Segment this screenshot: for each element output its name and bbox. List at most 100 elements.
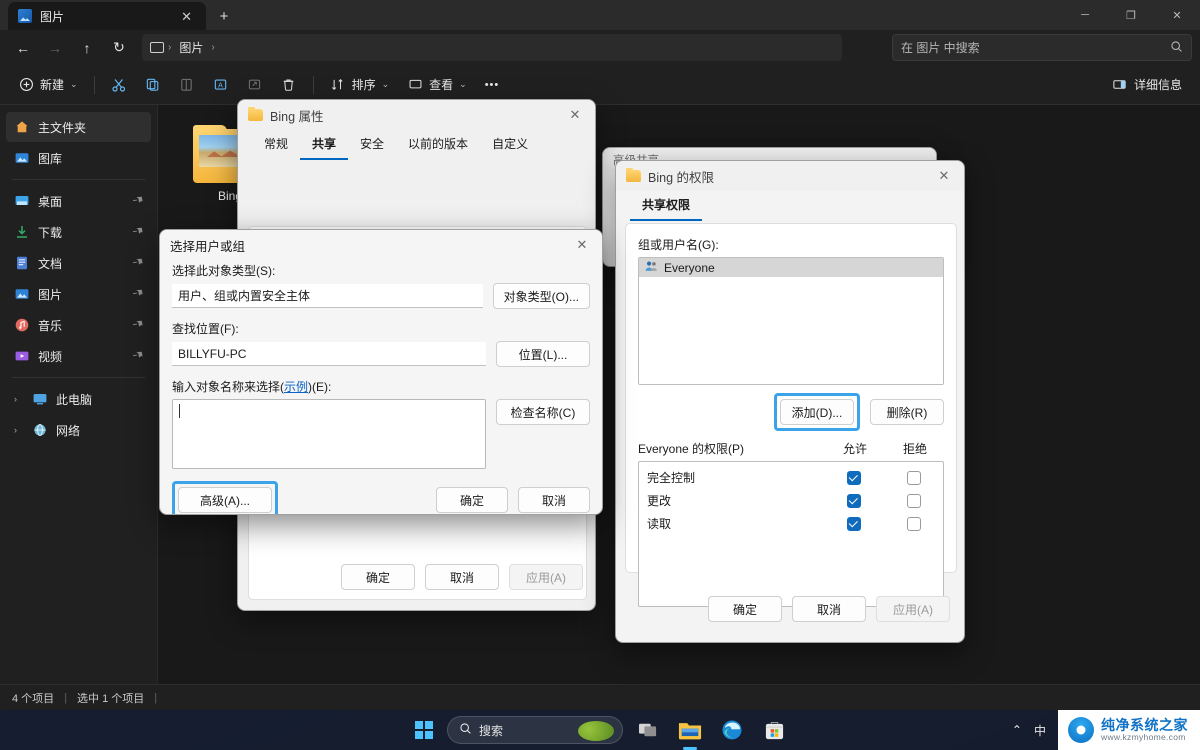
close-properties-icon[interactable]: ✕ bbox=[559, 102, 591, 128]
remove-button[interactable]: 删除(R) bbox=[870, 399, 944, 425]
object-type-field[interactable]: 用户、组或内置安全主体 bbox=[172, 284, 483, 308]
tab-customize[interactable]: 自定义 bbox=[480, 130, 540, 160]
location-field[interactable]: BILLYFU-PC bbox=[172, 342, 486, 366]
status-item-count: 4 个项目 bbox=[12, 692, 55, 705]
close-window-button[interactable]: ✕ bbox=[1154, 0, 1200, 30]
tab-general[interactable]: 常规 bbox=[252, 130, 300, 160]
select-users-ok-button[interactable]: 确定 bbox=[436, 487, 508, 513]
check-names-button[interactable]: 检查名称(C) bbox=[496, 399, 590, 425]
properties-apply-button[interactable]: 应用(A) bbox=[509, 564, 583, 590]
select-users-title: 选择用户或组 bbox=[170, 239, 246, 254]
back-button[interactable]: ← bbox=[8, 34, 38, 61]
copy-button[interactable] bbox=[137, 70, 169, 100]
close-permissions-icon[interactable]: ✕ bbox=[928, 163, 960, 189]
sidebar-item-music[interactable]: 音乐 bbox=[6, 310, 151, 340]
list-item[interactable]: Everyone bbox=[639, 258, 943, 277]
location-button[interactable]: 位置(L)... bbox=[496, 341, 590, 367]
sidebar-item-videos[interactable]: 视频 bbox=[6, 341, 151, 371]
details-pane-button[interactable]: 详细信息 bbox=[1104, 70, 1190, 100]
tab-security[interactable]: 安全 bbox=[348, 130, 396, 160]
pin-icon[interactable] bbox=[129, 316, 146, 334]
microsoft-store-taskbar-button[interactable] bbox=[757, 713, 791, 747]
taskbar: 搜索 ⌃ 中 纯净系统之家 www.kzmyhome.com bbox=[0, 710, 1200, 750]
sidebar-item-gallery[interactable]: 图库 bbox=[6, 143, 151, 173]
folder-icon bbox=[248, 106, 263, 121]
object-names-input[interactable] bbox=[172, 399, 486, 469]
tab-pictures[interactable]: 图片 ✕ bbox=[8, 2, 206, 30]
permissions-cancel-button[interactable]: 取消 bbox=[792, 596, 866, 622]
paste-button[interactable] bbox=[171, 70, 203, 100]
select-users-cancel-button[interactable]: 取消 bbox=[518, 487, 590, 513]
sidebar-item-desktop[interactable]: 桌面 bbox=[6, 186, 151, 216]
delete-button[interactable] bbox=[273, 70, 305, 100]
ime-indicator[interactable]: 中 bbox=[1034, 722, 1046, 739]
new-button[interactable]: 新建 ⌄ bbox=[10, 70, 86, 100]
tab-share-permissions[interactable]: 共享权限 bbox=[630, 191, 703, 221]
location-value: BILLYFU-PC bbox=[178, 346, 247, 361]
microsoft-edge-taskbar-button[interactable] bbox=[715, 713, 749, 747]
allow-checkbox[interactable] bbox=[847, 516, 861, 531]
sidebar-item-pictures[interactable]: 图片 bbox=[6, 279, 151, 309]
deny-checkbox[interactable] bbox=[907, 516, 921, 531]
table-row[interactable]: 完全控制 bbox=[639, 466, 943, 489]
more-options-button[interactable]: ••• bbox=[477, 70, 508, 100]
search-input[interactable]: 在 图片 中搜索 bbox=[892, 34, 1192, 61]
pin-icon[interactable] bbox=[129, 347, 146, 365]
tray-overflow-chevron-icon[interactable]: ⌃ bbox=[1012, 723, 1022, 737]
breadcrumb-pictures[interactable]: 图片 bbox=[175, 37, 207, 58]
minimize-button[interactable]: ─ bbox=[1062, 0, 1108, 30]
allow-checkbox[interactable] bbox=[847, 493, 861, 508]
permissions-table[interactable]: 完全控制 更改 读取 bbox=[638, 461, 944, 607]
share-button[interactable] bbox=[239, 70, 271, 100]
deny-checkbox[interactable] bbox=[907, 470, 921, 485]
up-button[interactable]: ↑ bbox=[72, 34, 102, 61]
view-button[interactable]: 查看 ⌄ bbox=[399, 70, 475, 100]
sidebar-item-this-pc[interactable]: › 此电脑 bbox=[6, 384, 151, 414]
start-button[interactable] bbox=[409, 715, 439, 745]
sidebar-item-documents[interactable]: 文档 bbox=[6, 248, 151, 278]
sidebar-item-home[interactable]: 主文件夹 bbox=[6, 112, 151, 142]
group-names-listbox[interactable]: Everyone bbox=[638, 257, 944, 385]
close-tab-icon[interactable]: ✕ bbox=[177, 8, 196, 25]
object-type-button[interactable]: 对象类型(O)... bbox=[492, 283, 590, 309]
new-tab-button[interactable]: + bbox=[210, 2, 238, 30]
pin-icon[interactable] bbox=[129, 223, 146, 241]
chevron-right-icon[interactable]: › bbox=[14, 394, 24, 404]
table-row[interactable]: 更改 bbox=[639, 489, 943, 512]
trash-icon bbox=[281, 77, 297, 93]
pin-icon[interactable] bbox=[129, 192, 146, 210]
sidebar-item-network[interactable]: › 网络 bbox=[6, 415, 151, 445]
allow-checkbox[interactable] bbox=[847, 470, 861, 485]
permissions-apply-button[interactable]: 应用(A) bbox=[876, 596, 950, 622]
rename-button[interactable]: A bbox=[205, 70, 237, 100]
tab-previous-versions[interactable]: 以前的版本 bbox=[396, 130, 480, 160]
maximize-button[interactable]: ❐ bbox=[1108, 0, 1154, 30]
pin-icon[interactable] bbox=[129, 285, 146, 303]
deny-checkbox[interactable] bbox=[907, 493, 921, 508]
properties-ok-button[interactable]: 确定 bbox=[341, 564, 415, 590]
advanced-button[interactable]: 高级(A)... bbox=[178, 487, 272, 513]
cut-button[interactable] bbox=[103, 70, 135, 100]
sort-button-label: 排序 bbox=[351, 78, 376, 92]
chevron-right-icon[interactable]: › bbox=[14, 425, 24, 435]
task-view-button[interactable] bbox=[631, 713, 665, 747]
add-button[interactable]: 添加(D)... bbox=[780, 399, 854, 425]
sidebar-item-downloads[interactable]: 下载 bbox=[6, 217, 151, 247]
examples-link[interactable]: 示例 bbox=[284, 380, 308, 394]
forward-button[interactable]: → bbox=[40, 34, 70, 61]
close-select-users-icon[interactable]: ✕ bbox=[566, 232, 598, 258]
breadcrumb-separator-2[interactable]: › bbox=[211, 42, 214, 53]
properties-cancel-button[interactable]: 取消 bbox=[425, 564, 499, 590]
refresh-button[interactable]: ↻ bbox=[104, 34, 134, 61]
address-bar[interactable]: › 图片 › bbox=[142, 34, 842, 61]
permissions-ok-button[interactable]: 确定 bbox=[708, 596, 782, 622]
pin-icon[interactable] bbox=[129, 254, 146, 272]
sort-button[interactable]: 排序 ⌄ bbox=[322, 70, 398, 100]
table-row[interactable]: 读取 bbox=[639, 512, 943, 535]
file-explorer-taskbar-button[interactable] bbox=[673, 713, 707, 747]
navigation-bar: ← → ↑ ↻ › 图片 › 在 图片 中搜索 bbox=[0, 30, 1200, 65]
object-names-label-pre: 输入对象名称来选择( bbox=[172, 380, 284, 394]
permission-label: 更改 bbox=[647, 494, 672, 508]
taskbar-search-input[interactable]: 搜索 bbox=[447, 716, 623, 744]
tab-sharing[interactable]: 共享 bbox=[300, 130, 349, 160]
